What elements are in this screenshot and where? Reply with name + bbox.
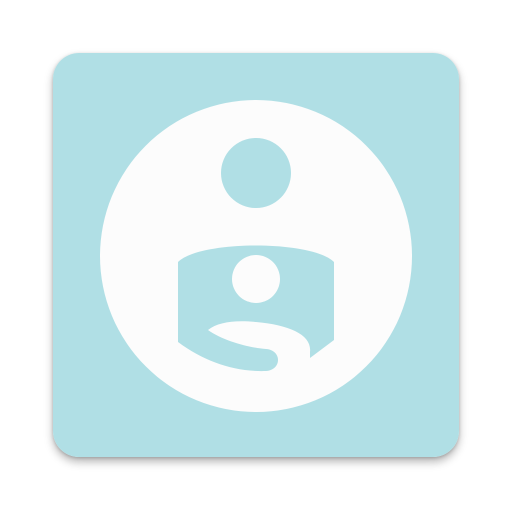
mother-head bbox=[221, 138, 291, 208]
launcher-canvas bbox=[0, 0, 512, 512]
nursing-mother-icon bbox=[53, 53, 459, 457]
baby-head bbox=[232, 255, 280, 303]
app-icon-tile[interactable] bbox=[53, 53, 459, 457]
